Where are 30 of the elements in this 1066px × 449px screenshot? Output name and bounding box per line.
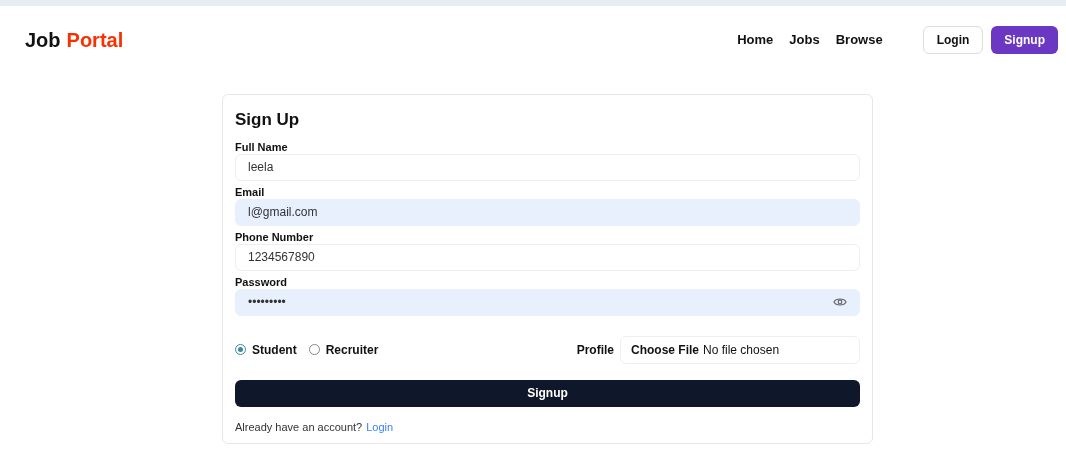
radio-label: Recruiter — [325, 341, 379, 359]
input-field[interactable]: leela — [235, 153, 860, 181]
field-value: leela — [248, 159, 275, 176]
field-label: Phone Number — [235, 230, 315, 244]
input-field[interactable]: 1234567890 — [235, 243, 860, 271]
login-link[interactable]: Login — [366, 418, 394, 435]
field-label: Password — [235, 275, 288, 289]
field-value: ••••••••• — [248, 294, 287, 311]
eye-icon[interactable] — [833, 297, 847, 307]
form-title: Sign Up — [235, 109, 301, 131]
radio-label: Student — [252, 341, 297, 359]
field-label: Full Name — [235, 140, 289, 154]
field-value: 1234567890 — [248, 249, 316, 266]
footer-text: Already have an account? — [235, 419, 363, 435]
field-label: Email — [235, 185, 266, 199]
choose-file-text: Choose File — [631, 341, 699, 359]
profile-label: Profile — [576, 341, 614, 359]
nav-link[interactable]: Jobs — [789, 30, 820, 50]
submit-button[interactable]: Signup — [235, 379, 860, 407]
nav-link[interactable]: Home — [737, 30, 774, 50]
logo-accent-text: Portal — [66, 28, 124, 53]
login-button[interactable]: Login — [922, 26, 984, 54]
file-status-text: No file chosen — [703, 341, 780, 359]
password-field[interactable]: ••••••••• — [235, 288, 860, 316]
file-input[interactable]: Choose File No file chosen — [620, 335, 860, 364]
input-field[interactable]: l@gmail.com — [235, 198, 860, 226]
logo-text: Job — [25, 28, 61, 53]
field-value: l@gmail.com — [248, 204, 319, 221]
signup-button[interactable]: Signup — [991, 26, 1058, 54]
nav-link[interactable]: Browse — [835, 30, 883, 50]
